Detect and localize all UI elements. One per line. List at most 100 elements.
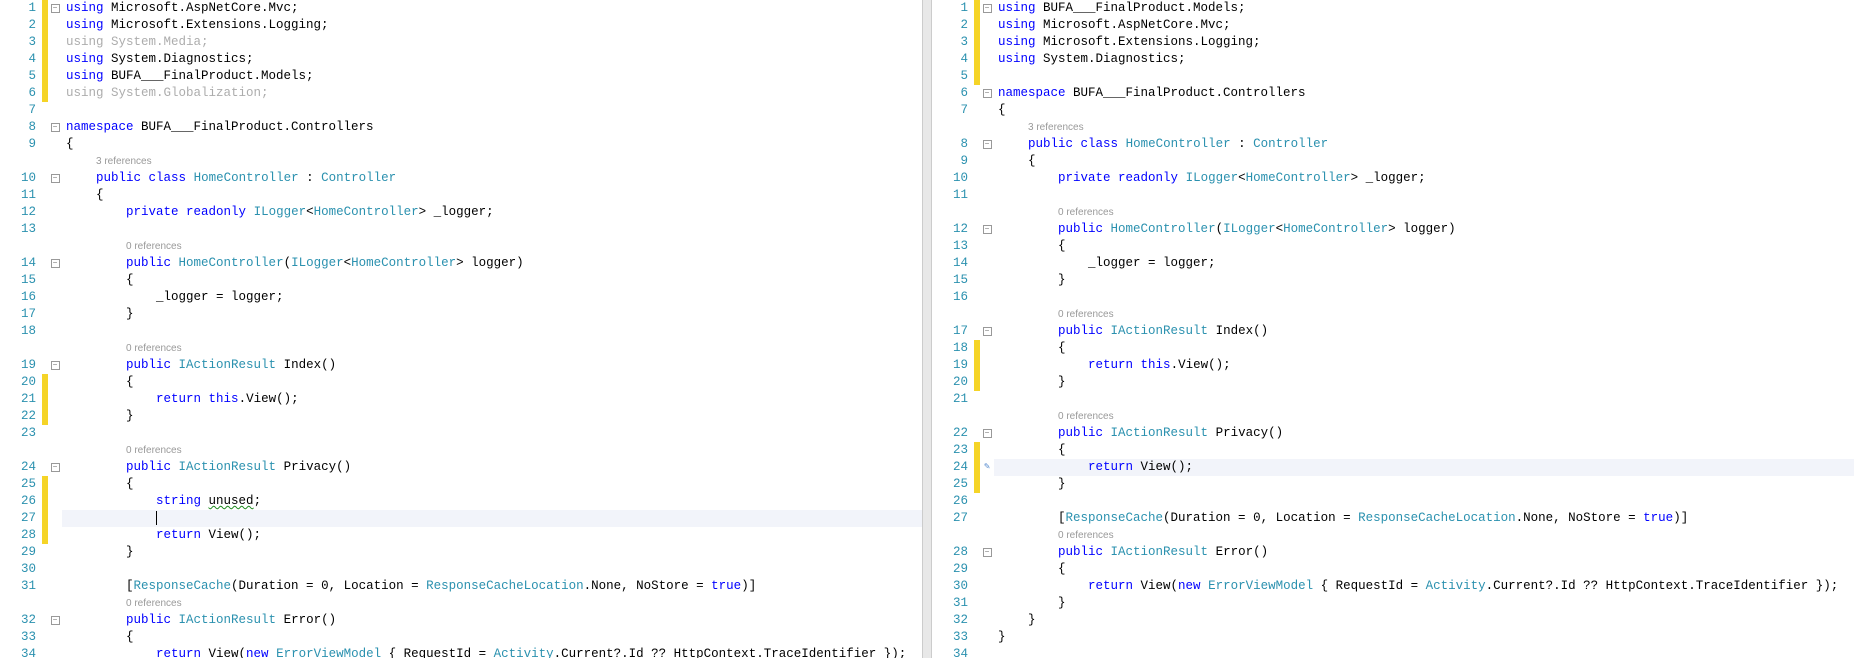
fold-gutter[interactable]: − <box>980 136 994 153</box>
code-line[interactable]: 32 } <box>932 612 1854 629</box>
code-line[interactable]: 5 <box>932 68 1854 85</box>
fold-gutter[interactable]: − <box>980 0 994 17</box>
code-text[interactable]: } <box>994 595 1854 612</box>
code-line[interactable]: 12 private readonly ILogger<HomeControll… <box>0 204 922 221</box>
code-line[interactable]: 0 references <box>0 340 922 357</box>
code-line[interactable]: 31 [ResponseCache(Duration = 0, Location… <box>0 578 922 595</box>
code-line[interactable]: 19− public IActionResult Index() <box>0 357 922 374</box>
code-text[interactable]: public IActionResult Index() <box>62 357 922 374</box>
code-text[interactable]: public class HomeController : Controller <box>62 170 922 187</box>
code-text[interactable] <box>994 187 1854 204</box>
code-text[interactable]: string unused; <box>62 493 922 510</box>
code-line[interactable]: 17− public IActionResult Index() <box>932 323 1854 340</box>
fold-gutter[interactable]: − <box>48 357 62 374</box>
fold-toggle-icon[interactable]: − <box>51 174 60 183</box>
code-text[interactable]: } <box>994 629 1854 646</box>
fold-gutter[interactable]: − <box>48 459 62 476</box>
code-line[interactable]: 34 <box>932 646 1854 658</box>
code-line[interactable]: 1−using Microsoft.AspNetCore.Mvc; <box>0 0 922 17</box>
fold-toggle-icon[interactable]: − <box>983 89 992 98</box>
code-text[interactable]: return View(new ErrorViewModel { Request… <box>994 578 1854 595</box>
code-text[interactable]: 0 references <box>994 408 1854 425</box>
fold-toggle-icon[interactable]: − <box>983 548 992 557</box>
code-text[interactable]: using System.Diagnostics; <box>994 51 1854 68</box>
code-line[interactable]: 10 private readonly ILogger<HomeControll… <box>932 170 1854 187</box>
code-line[interactable]: 18 <box>0 323 922 340</box>
code-text[interactable]: { <box>994 102 1854 119</box>
code-text[interactable]: return this.View(); <box>994 357 1854 374</box>
fold-gutter[interactable]: − <box>980 85 994 102</box>
code-line[interactable]: 30 <box>0 561 922 578</box>
left-editor-pane[interactable]: 1−using Microsoft.AspNetCore.Mvc;2using … <box>0 0 922 658</box>
code-text[interactable]: 0 references <box>994 306 1854 323</box>
code-line[interactable]: 14− public HomeController(ILogger<HomeCo… <box>0 255 922 272</box>
code-text[interactable]: private readonly ILogger<HomeController>… <box>62 204 922 221</box>
code-line[interactable]: 14 _logger = logger; <box>932 255 1854 272</box>
code-text[interactable]: 0 references <box>62 340 922 357</box>
code-text[interactable]: 0 references <box>62 238 922 255</box>
code-text[interactable]: } <box>994 272 1854 289</box>
fold-gutter[interactable]: − <box>48 0 62 17</box>
code-text[interactable] <box>994 391 1854 408</box>
code-text[interactable]: public IActionResult Error() <box>994 544 1854 561</box>
code-line[interactable]: 13 <box>0 221 922 238</box>
code-line[interactable]: 6−namespace BUFA___FinalProduct.Controll… <box>932 85 1854 102</box>
code-line[interactable]: 0 references <box>932 408 1854 425</box>
code-line[interactable]: 33 { <box>0 629 922 646</box>
code-line[interactable]: 29 } <box>0 544 922 561</box>
code-line[interactable]: 22 } <box>0 408 922 425</box>
code-text[interactable] <box>994 646 1854 658</box>
code-line[interactable]: 23 { <box>932 442 1854 459</box>
code-text[interactable] <box>62 510 922 527</box>
code-text[interactable]: public HomeController(ILogger<HomeContro… <box>62 255 922 272</box>
code-text[interactable]: _logger = logger; <box>994 255 1854 272</box>
code-text[interactable] <box>994 289 1854 306</box>
code-text[interactable] <box>62 221 922 238</box>
code-text[interactable] <box>994 68 1854 85</box>
code-text[interactable]: using BUFA___FinalProduct.Models; <box>62 68 922 85</box>
code-text[interactable]: public IActionResult Index() <box>994 323 1854 340</box>
code-line[interactable]: 30 return View(new ErrorViewModel { Requ… <box>932 578 1854 595</box>
code-line[interactable]: 28− public IActionResult Error() <box>932 544 1854 561</box>
code-line[interactable]: 4using System.Diagnostics; <box>932 51 1854 68</box>
code-text[interactable]: { <box>994 442 1854 459</box>
fold-gutter[interactable]: − <box>48 119 62 136</box>
code-line[interactable]: 22− public IActionResult Privacy() <box>932 425 1854 442</box>
code-text[interactable]: using Microsoft.AspNetCore.Mvc; <box>62 0 922 17</box>
code-line[interactable]: 1−using BUFA___FinalProduct.Models; <box>932 0 1854 17</box>
code-text[interactable]: 3 references <box>62 153 922 170</box>
code-line[interactable]: 7{ <box>932 102 1854 119</box>
code-text[interactable]: using BUFA___FinalProduct.Models; <box>994 0 1854 17</box>
code-text[interactable]: { <box>62 374 922 391</box>
code-text[interactable]: public HomeController(ILogger<HomeContro… <box>994 221 1854 238</box>
code-line[interactable]: 13 { <box>932 238 1854 255</box>
code-line[interactable]: 24✎ return View(); <box>932 459 1854 476</box>
code-line[interactable]: 3 references <box>0 153 922 170</box>
code-line[interactable]: 0 references <box>0 442 922 459</box>
code-line[interactable]: 2using Microsoft.AspNetCore.Mvc; <box>932 17 1854 34</box>
code-line[interactable]: 20 } <box>932 374 1854 391</box>
code-text[interactable] <box>62 425 922 442</box>
code-text[interactable]: public IActionResult Privacy() <box>994 425 1854 442</box>
code-line[interactable]: 6using System.Globalization; <box>0 85 922 102</box>
code-text[interactable]: 0 references <box>994 527 1854 544</box>
code-line[interactable]: 25 { <box>0 476 922 493</box>
code-text[interactable]: 0 references <box>62 595 922 612</box>
code-text[interactable]: } <box>994 476 1854 493</box>
code-text[interactable]: 0 references <box>62 442 922 459</box>
code-text[interactable]: using System.Media; <box>62 34 922 51</box>
code-line[interactable]: 20 { <box>0 374 922 391</box>
fold-gutter[interactable]: − <box>980 221 994 238</box>
fold-toggle-icon[interactable]: − <box>51 4 60 13</box>
fold-gutter[interactable]: − <box>48 612 62 629</box>
code-line[interactable]: 9{ <box>0 136 922 153</box>
code-text[interactable]: { <box>62 187 922 204</box>
code-text[interactable]: public IActionResult Error() <box>62 612 922 629</box>
code-text[interactable]: using System.Diagnostics; <box>62 51 922 68</box>
code-line[interactable]: 7 <box>0 102 922 119</box>
fold-gutter[interactable]: − <box>48 255 62 272</box>
code-text[interactable]: { <box>994 238 1854 255</box>
fold-gutter[interactable]: − <box>980 323 994 340</box>
code-text[interactable]: using Microsoft.Extensions.Logging; <box>994 34 1854 51</box>
code-line[interactable]: 28 return View(); <box>0 527 922 544</box>
